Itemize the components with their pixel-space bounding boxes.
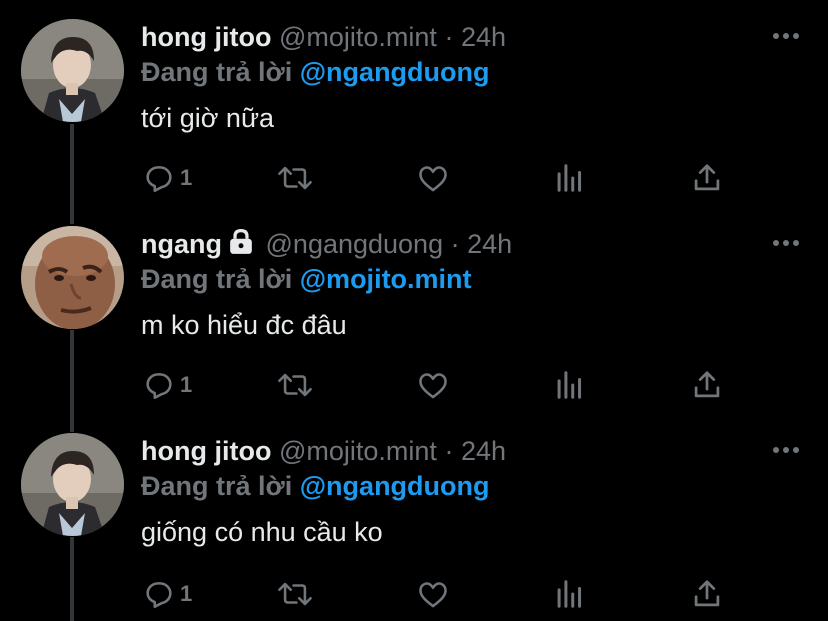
replying-to: Đang trả lời @ngangduong [141,471,490,501]
retweet-button[interactable] [276,365,314,405]
like-icon [416,577,450,611]
retweet-button[interactable] [276,158,314,198]
share-button[interactable] [692,365,722,405]
separator: · [444,436,454,466]
tweet-actions: 1 [0,158,828,198]
replying-label: Đang trả lời [141,471,293,501]
more-options-icon[interactable] [772,233,800,253]
reply-count: 1 [180,581,193,606]
separator: · [450,229,460,259]
reply-icon [142,368,176,402]
tweet[interactable]: hong jitoo @mojito.mint · 24h Đang trả l… [0,414,828,621]
replying-to: Đang trả lời @mojito.mint [141,264,472,294]
views-icon [555,577,585,611]
reply-count: 1 [180,372,193,397]
avatar[interactable] [21,433,124,536]
views-button[interactable] [555,365,585,405]
share-button[interactable] [692,574,722,614]
mention-link[interactable]: @mojito.mint [300,264,472,294]
more-options-icon[interactable] [772,26,800,46]
reply-button[interactable]: 1 [142,365,192,405]
tweet-header: hong jitoo @mojito.mint · 24h [141,22,506,52]
more-options-icon[interactable] [772,440,800,460]
display-name[interactable]: hong jitoo [141,436,271,466]
views-icon [555,368,585,402]
share-button[interactable] [692,158,722,198]
retweet-icon [276,577,314,611]
mention-link[interactable]: @ngangduong [300,57,490,87]
like-button[interactable] [416,158,450,198]
timestamp[interactable]: 24h [467,229,512,259]
reply-icon [142,161,176,195]
tweet-text: giống có nhu cầu ko [141,517,383,547]
tweet[interactable]: ngang @ngangduong · 24h Đang trả lời @mo… [0,207,828,414]
reply-button[interactable]: 1 [142,574,192,614]
tweet-text: m ko hiểu đc đâu [141,310,347,340]
replying-label: Đang trả lời [141,57,293,87]
lock-icon [228,228,254,261]
tweet-header: hong jitoo @mojito.mint · 24h [141,436,506,466]
user-handle[interactable]: @mojito.mint [279,436,437,466]
tweet-actions: 1 [0,574,828,614]
retweet-icon [276,368,314,402]
timestamp[interactable]: 24h [461,436,506,466]
like-button[interactable] [416,574,450,614]
separator: · [444,22,454,52]
display-name[interactable]: ngang [141,229,222,259]
avatar[interactable] [21,226,124,329]
views-icon [555,161,585,195]
replying-label: Đang trả lời [141,264,293,294]
like-button[interactable] [416,365,450,405]
share-icon [692,577,722,611]
like-icon [416,368,450,402]
reply-count: 1 [180,165,193,190]
tweet[interactable]: hong jitoo @mojito.mint · 24h Đang trả l… [0,0,828,207]
user-handle[interactable]: @mojito.mint [279,22,437,52]
views-button[interactable] [555,574,585,614]
retweet-button[interactable] [276,574,314,614]
share-icon [692,368,722,402]
reply-button[interactable]: 1 [142,158,192,198]
reply-icon [142,577,176,611]
share-icon [692,161,722,195]
tweet-actions: 1 [0,365,828,405]
timestamp[interactable]: 24h [461,22,506,52]
tweet-header: ngang @ngangduong · 24h [141,228,512,261]
user-handle[interactable]: @ngangduong [266,229,444,259]
views-button[interactable] [555,158,585,198]
display-name[interactable]: hong jitoo [141,22,271,52]
retweet-icon [276,161,314,195]
tweet-text: tới giờ nữa [141,103,275,133]
like-icon [416,161,450,195]
avatar[interactable] [21,19,124,122]
mention-link[interactable]: @ngangduong [300,471,490,501]
replying-to: Đang trả lời @ngangduong [141,57,490,87]
